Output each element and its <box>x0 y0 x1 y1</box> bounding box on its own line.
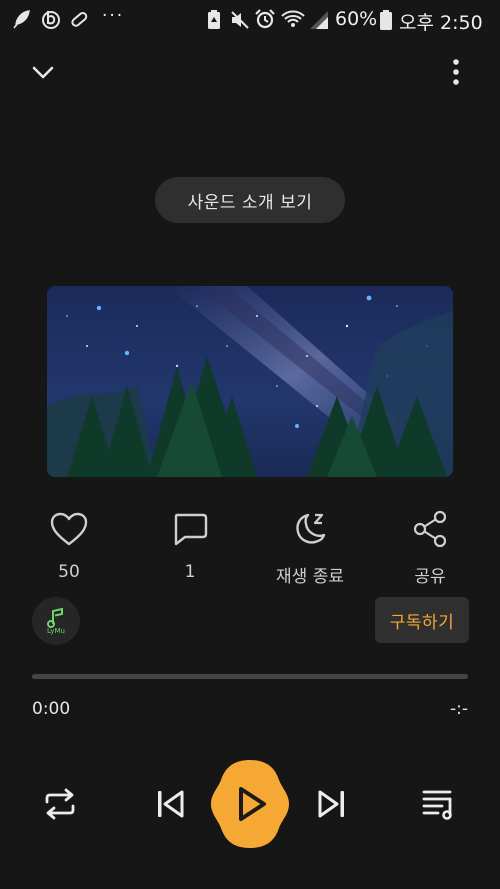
sleep-timer-label: 재생 종료 <box>276 567 344 587</box>
channel-avatar[interactable]: LyMu <box>32 597 80 645</box>
more-notifications-dots: ··· <box>102 6 125 26</box>
album-artwork <box>47 286 453 477</box>
playlist-icon <box>422 790 452 820</box>
sound-intro-button[interactable]: 사운드 소개 보기 <box>155 177 345 223</box>
playlist-button[interactable] <box>418 768 460 840</box>
wifi-icon <box>281 10 305 27</box>
share-action[interactable]: 공유 <box>380 508 480 588</box>
total-time: -:- <box>450 699 468 719</box>
alarm-icon <box>255 9 275 29</box>
comment-icon <box>174 513 208 546</box>
like-count: 50 <box>58 562 80 582</box>
previous-button[interactable] <box>150 768 190 840</box>
collapse-player-button[interactable] <box>28 58 58 88</box>
sleep-timer-action[interactable]: 재생 종료 <box>260 508 360 588</box>
progress-bar[interactable] <box>32 674 468 679</box>
repeat-button[interactable] <box>38 768 82 840</box>
heart-icon <box>50 512 88 546</box>
share-icon <box>413 510 447 548</box>
subscribe-button[interactable]: 구독하기 <box>375 597 469 643</box>
moon-sleep-icon <box>296 513 326 544</box>
play-icon <box>211 760 289 848</box>
battery-saver-icon <box>208 10 220 29</box>
battery-icon <box>380 10 392 30</box>
status-bar: ··· 60% 오후 2:50 <box>0 0 500 40</box>
avatar-text: LyMu <box>47 627 65 635</box>
feather-notification-icon <box>13 10 30 29</box>
repeat-icon <box>45 788 75 820</box>
clock: 오후 2:50 <box>399 12 483 34</box>
play-button[interactable] <box>209 758 291 850</box>
comment-count: 1 <box>184 562 196 582</box>
battery-percent: 60% <box>335 8 378 30</box>
share-label: 공유 <box>414 567 446 587</box>
chevron-down-icon <box>32 66 54 79</box>
night-sky-forest-image <box>47 286 453 477</box>
signal-icon <box>310 11 328 29</box>
skip-next-icon <box>318 790 344 818</box>
current-time: 0:00 <box>32 699 71 719</box>
mute-icon <box>231 11 249 29</box>
next-button[interactable] <box>312 768 352 840</box>
b-app-notification-icon <box>42 11 60 29</box>
more-options-button[interactable] <box>441 56 471 88</box>
like-action[interactable]: 50 <box>19 508 119 588</box>
skip-previous-icon <box>158 790 184 818</box>
link-notification-icon <box>71 11 88 27</box>
more-vertical-icon <box>453 59 459 85</box>
music-note-logo-icon <box>47 607 63 628</box>
comment-action[interactable]: 1 <box>140 508 240 588</box>
